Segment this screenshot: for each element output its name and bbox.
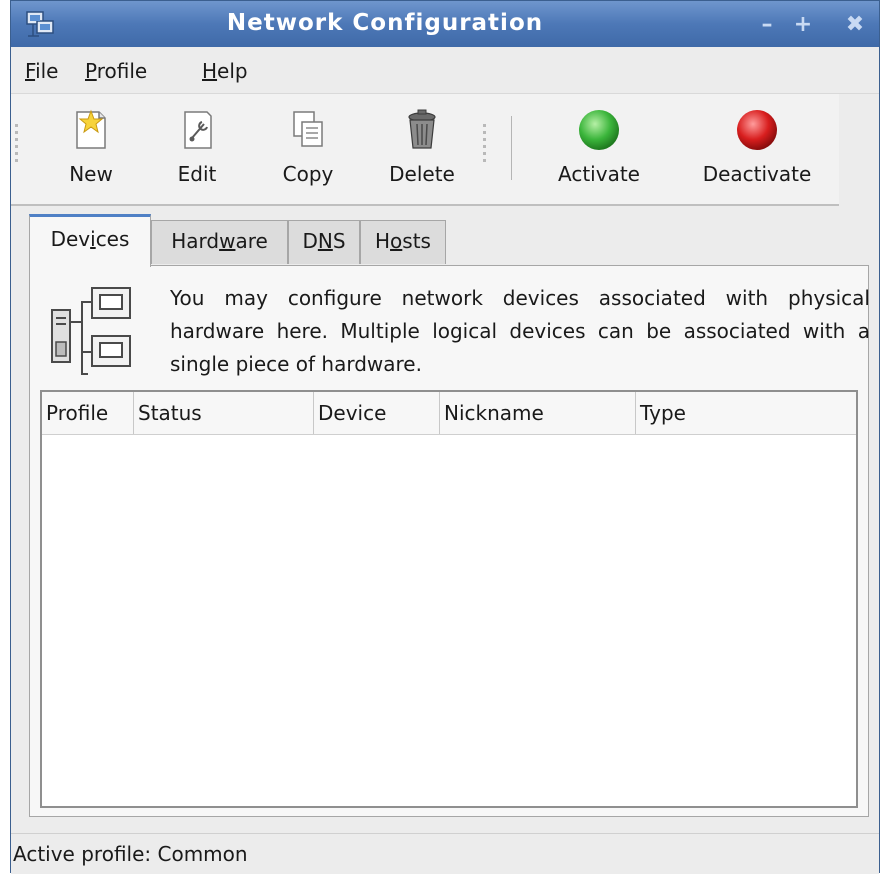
devices-list-header: Profile Status Device Nickname Type xyxy=(42,392,856,435)
minimize-icon: – xyxy=(761,11,773,37)
tab-hosts-mnemonic: o xyxy=(390,229,403,253)
column-header-type[interactable]: Type xyxy=(636,392,856,434)
status-bar: Active profile: Common xyxy=(11,833,879,874)
tab-dns[interactable]: DNS xyxy=(288,220,360,264)
tab-hosts-label-a: H xyxy=(375,229,391,253)
menu-file-mnemonic: F xyxy=(25,59,36,83)
tab-devices-label-b: ces xyxy=(95,227,130,251)
tab-dns-mnemonic: N xyxy=(317,229,333,253)
activate-icon xyxy=(579,110,619,150)
tab-devices[interactable]: Devices xyxy=(29,214,151,267)
new-button-label: New xyxy=(69,162,113,186)
active-profile-status: Active profile: Common xyxy=(13,842,248,866)
menu-help[interactable]: Help xyxy=(202,59,248,83)
menu-file-label: ile xyxy=(35,59,59,83)
tab-hosts-label-b: sts xyxy=(402,229,431,253)
menu-file[interactable]: File xyxy=(25,59,58,83)
deactivate-button-label: Deactivate xyxy=(702,162,812,186)
column-header-profile[interactable]: Profile xyxy=(42,392,134,434)
toolbar-grip[interactable] xyxy=(483,124,486,164)
toolbar-grip[interactable] xyxy=(15,124,18,164)
tab-hardware[interactable]: Hardware xyxy=(151,220,288,264)
network-devices-icon xyxy=(51,287,131,375)
column-header-device[interactable]: Device xyxy=(314,392,440,434)
minimize-button[interactable]: – xyxy=(753,10,781,38)
window-title: Network Configuration xyxy=(226,10,544,36)
menu-profile[interactable]: Profile xyxy=(85,59,147,83)
new-button[interactable]: New xyxy=(61,108,121,192)
tab-hardware-mnemonic: w xyxy=(219,229,236,253)
new-icon xyxy=(76,109,106,149)
column-header-status[interactable]: Status xyxy=(134,392,314,434)
edit-icon xyxy=(184,111,212,149)
maximize-button[interactable]: + xyxy=(789,10,817,38)
tab-dns-label-a: D xyxy=(302,229,318,253)
menu-help-label: elp xyxy=(217,59,248,83)
title-bar[interactable]: Network Configuration – + ✖ xyxy=(11,1,879,47)
devices-panel: You may configure network devices associ… xyxy=(29,265,870,817)
menu-help-mnemonic: H xyxy=(202,59,218,83)
deactivate-icon xyxy=(737,110,777,150)
delete-button-label: Delete xyxy=(389,162,455,186)
activate-button-label: Activate xyxy=(558,162,640,186)
copy-button-label: Copy xyxy=(282,162,334,186)
network-configuration-window: Network Configuration – + ✖ File Profile… xyxy=(10,0,880,874)
delete-button[interactable]: Delete xyxy=(377,108,467,192)
edit-button-label: Edit xyxy=(177,162,217,186)
tab-hardware-label-a: Hard xyxy=(171,229,220,253)
menu-bar: File Profile Help xyxy=(11,47,879,94)
toolbar-separator xyxy=(511,116,512,180)
tab-hosts[interactable]: Hosts xyxy=(360,220,446,264)
trash-icon xyxy=(408,109,436,149)
tab-dns-label-b: S xyxy=(332,229,346,253)
edit-button[interactable]: Edit xyxy=(167,108,227,192)
tab-devices-label-a: Dev xyxy=(50,227,91,251)
devices-description: You may configure network devices associ… xyxy=(170,286,870,376)
menu-profile-mnemonic: P xyxy=(85,59,97,83)
close-icon: ✖ xyxy=(845,11,865,37)
close-button[interactable]: ✖ xyxy=(841,10,869,38)
devices-list[interactable]: Profile Status Device Nickname Type xyxy=(40,390,858,808)
toolbar: New Edit Copy Delete Activate Deactivate xyxy=(11,94,839,206)
column-header-nickname[interactable]: Nickname xyxy=(440,392,636,434)
maximize-icon: + xyxy=(793,11,813,37)
deactivate-button[interactable]: Deactivate xyxy=(687,108,827,192)
menu-profile-label: rofile xyxy=(96,59,148,83)
copy-icon xyxy=(293,111,323,147)
activate-button[interactable]: Activate xyxy=(547,108,651,192)
copy-button[interactable]: Copy xyxy=(273,108,343,192)
tab-hardware-label-b: are xyxy=(235,229,268,253)
